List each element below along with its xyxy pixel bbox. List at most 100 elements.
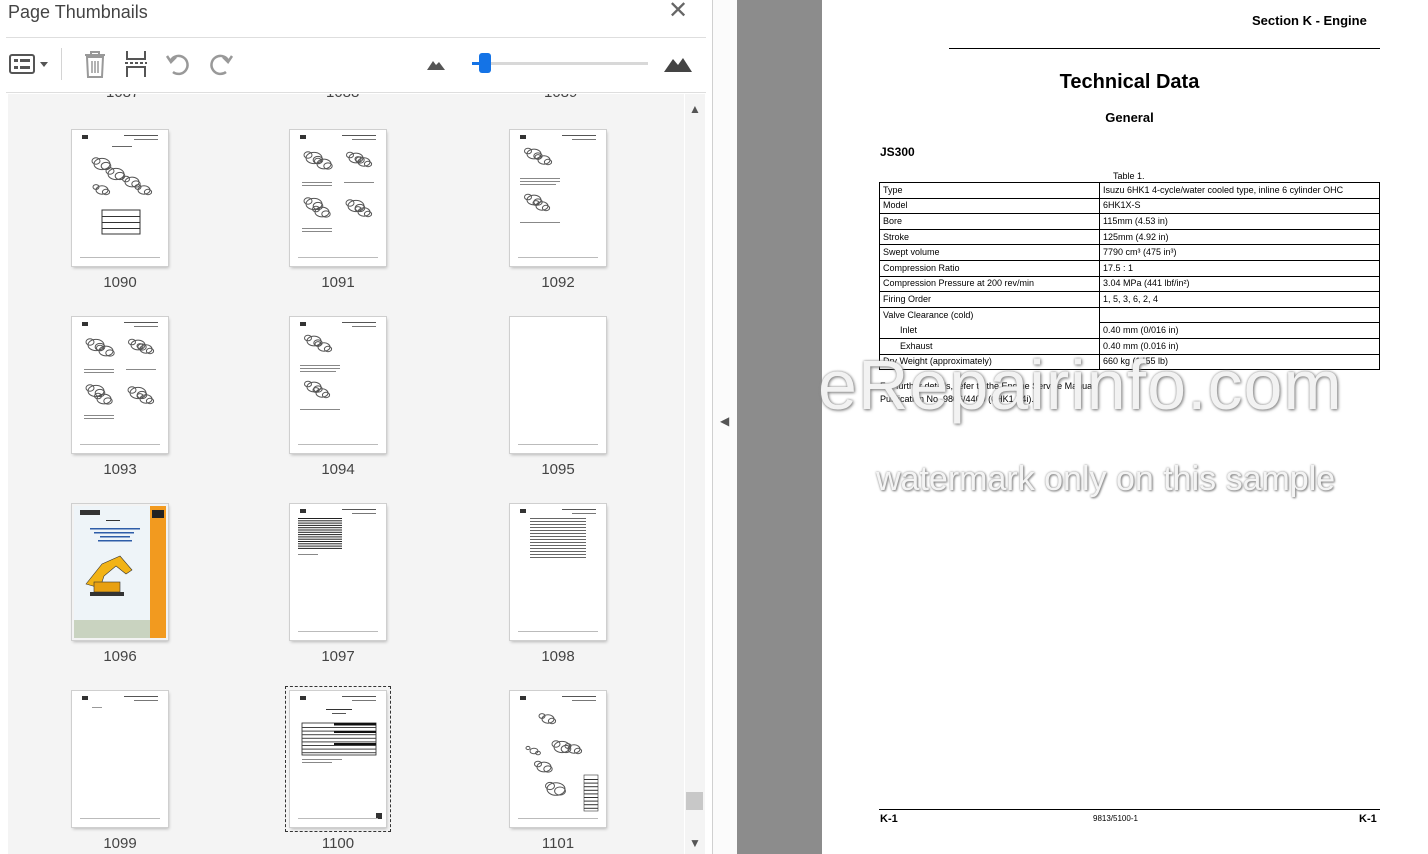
rotate-counterclockwise-button[interactable] [164,48,194,80]
page-number-label: 1091 [321,274,355,291]
large-mountain-icon [664,58,692,72]
footer-page-left: K-1 [880,813,898,825]
table-row: Compression Ratio 17.5 : 1 [879,259,1380,277]
thumbnail-options-button[interactable] [8,48,50,80]
partial-page-label: 1089 [544,94,577,101]
thumbnail-image[interactable] [72,130,168,266]
watermark: eRepairinfo.com [818,346,1343,424]
page-title: Technical Data [1059,71,1200,93]
scrollbar-thumb[interactable] [686,792,703,810]
thumbnail-list[interactable]: 1087 1088 1089 1090 1091 1092 1093 1094 1095 1… [8,94,684,854]
table-row: Swept volume 7790 cm³ (475 in³) [879,244,1380,261]
page-number-label: 1093 [103,461,137,478]
table-cell-value: 125mm (4.92 in) [1099,228,1380,246]
thumbnail-image[interactable] [290,317,386,453]
insert-pages-button[interactable] [121,48,151,80]
table-cell-value: 1, 5, 3, 6, 2, 4 [1099,291,1380,308]
table-row: Compression Pressure at 200 rev/min 3.04 … [879,275,1380,293]
thumbnail-image[interactable] [290,504,386,640]
table-cell-value: Isuzu 6HK1 4-cycle/water cooled type, in… [1099,182,1380,199]
table-cell-value: 3.04 MPa (441 lbf/in²) [1099,275,1380,293]
zoom-out-thumbnails-button[interactable] [424,48,448,80]
table-cell-value: 7790 cm³ (475 in³) [1099,244,1380,261]
toolbar-divider [61,48,62,80]
spec-table: Type Isuzu 6HK1 4-cycle/water cooled type… [879,182,1380,371]
table-cell-value: 115mm (4.53 in) [1099,213,1380,230]
page-number-label: 1098 [541,648,575,665]
model-heading: JS300 [880,145,915,159]
table-cell-label: Type [879,182,1100,199]
partial-page-label: 1087 [106,94,139,101]
close-icon[interactable]: ✕ [666,0,690,24]
page-number-label: 1101 [541,835,575,852]
table-cell-value: 6HK1X-S [1099,197,1380,215]
chevron-up-icon[interactable]: ▲ [689,102,701,116]
document-page: Section K - Engine Technical Data Genera… [822,0,1428,854]
table-row: Valve Clearance (cold) [879,306,1380,323]
table-caption: Table 1. [1113,171,1145,181]
partial-page-label: 1088 [326,94,359,101]
table-cell-label: Stroke [879,228,1100,246]
divider [6,37,706,38]
watermark-subtitle: watermark only on this sample [876,460,1336,498]
trash-icon [85,51,105,78]
table-cell-label: Valve Clearance (cold) [879,306,1100,323]
thumbnail-size-slider-fill [472,62,479,65]
table-cell-label: Bore [879,213,1100,230]
page-thumbnails-panel: Page Thumbnails ✕ 1090 1091 1092 1093 10… [0,0,712,854]
table-cell-value: 17.5 : 1 [1099,259,1380,277]
insert-pages-icon [125,51,147,77]
page-subtitle: General [1105,110,1154,125]
zoom-in-thumbnails-button[interactable] [661,48,695,80]
page-number-label: 1095 [541,461,575,478]
rotate-clockwise-button[interactable] [205,48,235,80]
table-cell-label: Swept volume [879,244,1100,261]
page-number-label: 1100 [321,835,355,852]
thumbnail-image[interactable] [510,317,606,453]
table-cell-label: Compression Ratio [879,259,1100,277]
page-number-label: 1090 [103,274,137,291]
table-cell-value: 0.40 mm (0/016 in) [1099,322,1380,339]
thumbnail-image[interactable] [72,504,168,640]
table-row: Stroke 125mm (4.92 in) [879,228,1380,246]
small-mountain-icon [427,61,445,70]
thumbnail-size-slider-thumb[interactable] [478,53,491,73]
page-number-label: 1094 [321,461,355,478]
thumbnail-image[interactable] [72,317,168,453]
collapse-panel-icon[interactable]: ◀ [720,414,729,428]
thumbnail-image[interactable] [285,686,391,832]
thumbnail-image[interactable] [290,130,386,266]
thumbnail-scrollbar[interactable]: ▲ ▼ [685,94,705,854]
section-header: Section K - Engine [1252,13,1367,28]
page-number-label: 1097 [321,648,355,665]
footer-rule [879,809,1380,810]
page-number-label: 1092 [541,274,575,291]
table-row: Type Isuzu 6HK1 4-cycle/water cooled type… [879,182,1380,199]
thumbnail-image[interactable] [510,130,606,266]
thumbnail-size-slider-track[interactable] [478,62,648,65]
table-cell-label: Model [879,197,1100,215]
table-cell-label: Compression Pressure at 200 rev/min [879,275,1100,293]
thumbnail-image[interactable] [510,691,606,827]
table-cell-value [1099,306,1380,323]
delete-pages-button[interactable] [80,48,110,80]
footer-publication: 9813/5100-1 [1093,814,1138,823]
divider [6,92,706,93]
header-rule [949,48,1380,49]
table-cell-label: Inlet [879,322,1100,339]
table-row: Inlet 0.40 mm (0/016 in) [879,322,1380,339]
rotate-clockwise-icon [210,54,234,76]
panel-title: Page Thumbnails [8,2,148,22]
table-cell-label: Firing Order [879,291,1100,308]
chevron-down-icon[interactable]: ▼ [689,836,701,850]
page-number-label: 1099 [103,835,137,852]
table-row: Bore 115mm (4.53 in) [879,213,1380,230]
thumbnail-options-icon [9,54,48,74]
thumbnail-image[interactable] [510,504,606,640]
page-number-label: 1096 [103,648,137,665]
thumbnail-image[interactable] [72,691,168,827]
table-row: Firing Order 1, 5, 3, 6, 2, 4 [879,291,1380,308]
rotate-counterclockwise-icon [165,54,189,76]
footer-page-right: K-1 [1359,813,1377,825]
table-row: Model 6HK1X-S [879,197,1380,215]
